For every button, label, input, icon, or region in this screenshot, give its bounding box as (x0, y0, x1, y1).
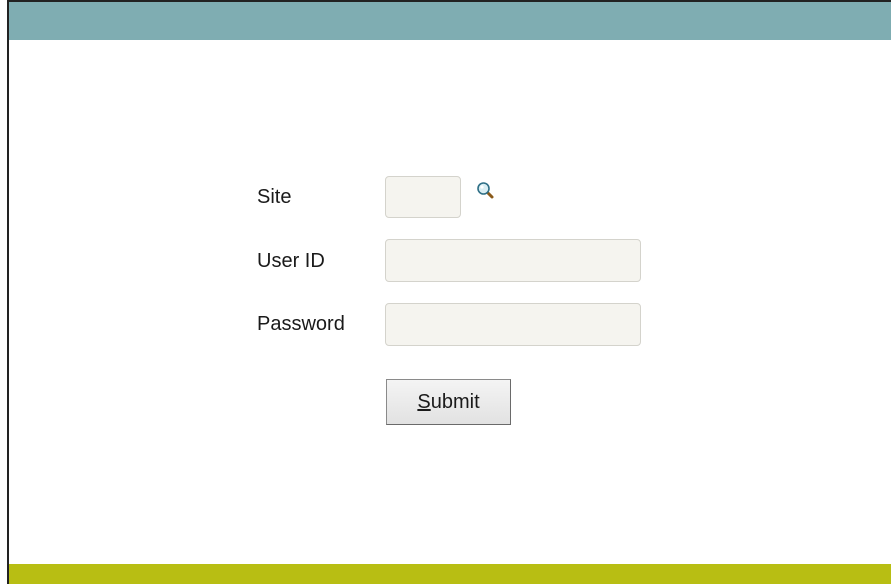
submit-accesskey: S (417, 390, 431, 413)
password-label: Password (257, 313, 345, 335)
footer-bar (9, 564, 891, 584)
submit-button[interactable]: Submit (386, 379, 511, 425)
user-id-label: User ID (257, 250, 325, 272)
magnifier-icon[interactable] (475, 180, 497, 202)
login-window: Site User ID Password Submit (7, 0, 891, 584)
site-input[interactable] (385, 176, 461, 218)
user-id-input[interactable] (385, 239, 641, 282)
submit-label: ubmit (430, 390, 480, 413)
password-input[interactable] (385, 303, 641, 346)
header-bar (9, 2, 891, 40)
site-label: Site (257, 186, 292, 208)
